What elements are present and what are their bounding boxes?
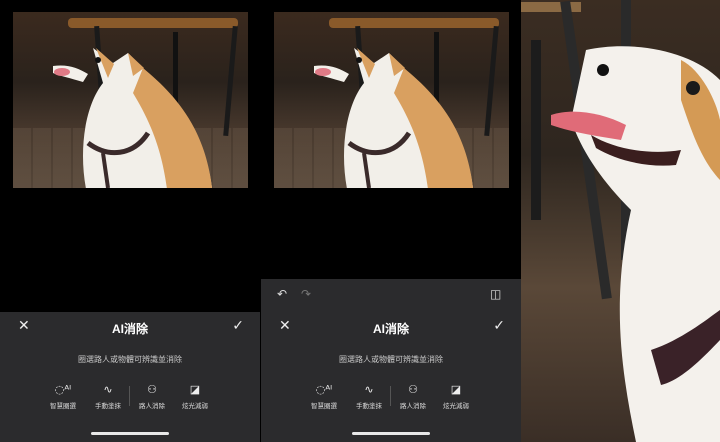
ai-erase-sheet: ✕ AI消除 ✓ 圈選路人或物體可辨識並消除 ◌ᴬᴵ 智慧圈選 ∿ 手動塗抹 ⚇… bbox=[261, 312, 521, 442]
stool-leg bbox=[223, 25, 238, 137]
tool-row: ◌ᴬᴵ 智慧圈選 ∿ 手動塗抹 ⚇ 路人消除 ◪ 炫光減弱 bbox=[50, 382, 222, 416]
tool-brush[interactable]: ∿ 手動塗抹 bbox=[88, 382, 128, 410]
stool-seat bbox=[521, 2, 581, 12]
photo-zoom bbox=[521, 0, 720, 442]
stool-leg bbox=[531, 40, 541, 220]
tool-label: 手動塗抹 bbox=[356, 402, 382, 410]
tool-label: 智慧圈選 bbox=[311, 402, 337, 410]
dog-image bbox=[53, 48, 212, 188]
ai-select-icon: ◌ᴬᴵ bbox=[315, 383, 333, 396]
glare-icon: ◪ bbox=[189, 383, 201, 396]
tool-glare-reduce[interactable]: ◪ 炫光減弱 bbox=[436, 382, 476, 410]
divider bbox=[129, 386, 130, 406]
photo-preview[interactable] bbox=[13, 12, 248, 188]
tool-people-erase[interactable]: ⚇ 路人消除 bbox=[393, 382, 433, 410]
edit-toolbar: ↶ ↷ ◫ bbox=[261, 279, 521, 312]
people-icon: ⚇ bbox=[147, 383, 157, 396]
undo-icon[interactable]: ↶ bbox=[277, 287, 287, 301]
screen-1: ✕ AI消除 ✓ 圈選路人或物體可辨識並消除 ◌ᴬᴵ 智慧圈選 ∿ 手動塗抹 ⚇… bbox=[0, 0, 260, 442]
redo-icon[interactable]: ↷ bbox=[301, 287, 311, 301]
zoomed-photo bbox=[521, 0, 720, 442]
check-icon[interactable]: ✓ bbox=[232, 318, 244, 334]
tool-label: 手動塗抹 bbox=[95, 402, 121, 410]
compare-icon[interactable]: ◫ bbox=[490, 287, 501, 301]
tool-label: 智慧圈選 bbox=[50, 402, 76, 410]
tool-label: 路人消除 bbox=[139, 402, 165, 410]
check-icon[interactable]: ✓ bbox=[493, 318, 505, 334]
home-indicator bbox=[352, 432, 430, 435]
sheet-title: AI消除 bbox=[111, 322, 148, 336]
tool-brush[interactable]: ∿ 手動塗抹 bbox=[349, 382, 389, 410]
tool-people-erase[interactable]: ⚇ 路人消除 bbox=[132, 382, 172, 410]
dog-closeup bbox=[551, 46, 720, 442]
people-icon: ⚇ bbox=[408, 383, 418, 396]
sheet-hint: 圈選路人或物體可辨識並消除 bbox=[78, 355, 182, 364]
brush-icon: ∿ bbox=[364, 383, 374, 396]
dog-image bbox=[314, 48, 473, 188]
divider bbox=[390, 386, 391, 406]
tool-row: ◌ᴬᴵ 智慧圈選 ∿ 手動塗抹 ⚇ 路人消除 ◪ 炫光減弱 bbox=[311, 382, 483, 416]
stool-leg bbox=[484, 25, 499, 137]
ai-select-icon: ◌ᴬᴵ bbox=[54, 383, 72, 396]
home-indicator bbox=[91, 432, 169, 435]
glare-icon: ◪ bbox=[450, 383, 462, 396]
ai-erase-sheet: ✕ AI消除 ✓ 圈選路人或物體可辨識並消除 ◌ᴬᴵ 智慧圈選 ∿ 手動塗抹 ⚇… bbox=[0, 312, 260, 442]
photo-preview[interactable] bbox=[274, 12, 509, 188]
tool-label: 炫光減弱 bbox=[182, 402, 208, 410]
sheet-title: AI消除 bbox=[372, 322, 409, 336]
tool-glare-reduce[interactable]: ◪ 炫光減弱 bbox=[175, 382, 215, 410]
tool-label: 路人消除 bbox=[400, 402, 426, 410]
sheet-hint: 圈選路人或物體可辨識並消除 bbox=[339, 355, 443, 364]
tool-ai-select[interactable]: ◌ᴬᴵ 智慧圈選 bbox=[43, 382, 83, 410]
tool-ai-select[interactable]: ◌ᴬᴵ 智慧圈選 bbox=[304, 382, 344, 410]
screen-2: ↶ ↷ ◫ ✕ AI消除 ✓ 圈選路人或物體可辨識並消除 ◌ᴬᴵ 智慧圈選 ∿ … bbox=[261, 0, 521, 442]
tool-label: 炫光減弱 bbox=[443, 402, 469, 410]
brush-icon: ∿ bbox=[103, 383, 113, 396]
